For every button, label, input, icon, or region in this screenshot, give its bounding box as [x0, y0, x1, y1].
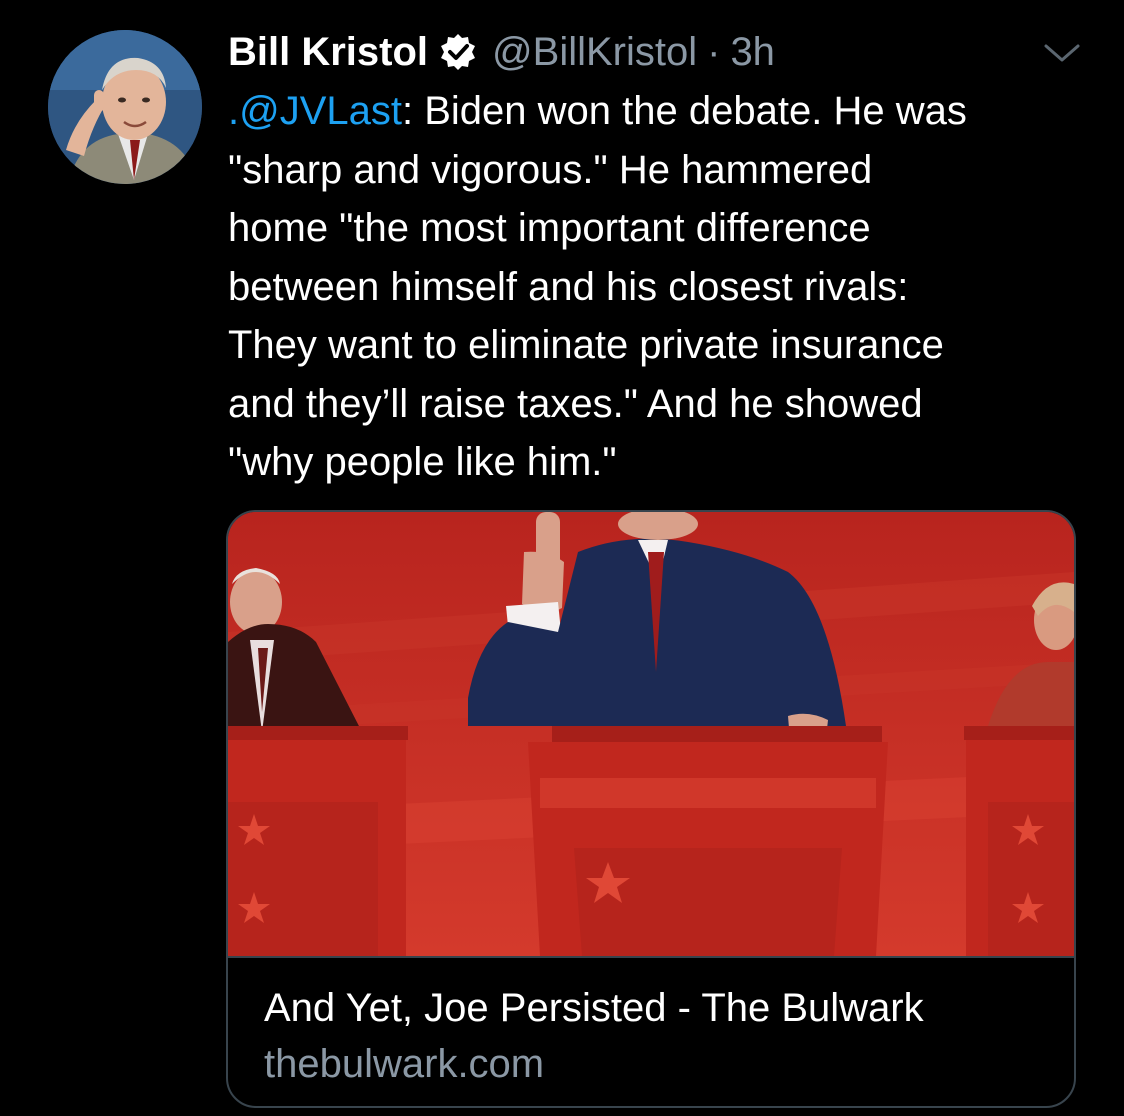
tweet-text-segment: : Biden won the debate. He was — [402, 89, 967, 133]
tweet[interactable]: Bill Kristol @BillKristol · 3h .@JVLast:… — [0, 0, 1124, 1116]
tweet-text-line-7: "why people like him." — [228, 440, 617, 484]
debate-photo-icon — [228, 512, 1074, 956]
author-name[interactable]: Bill Kristol — [228, 30, 428, 75]
separator-dot: · — [707, 29, 721, 74]
chevron-down-icon[interactable] — [1040, 38, 1084, 68]
tweet-text-line-4: between himself and his closest rivals: — [228, 264, 909, 309]
tweet-header: Bill Kristol @BillKristol · 3h — [228, 26, 775, 78]
tweet-text-line-1: .@JVLast: Biden won the debate. He was — [228, 82, 1088, 141]
tweet-timestamp[interactable]: 3h — [730, 30, 775, 75]
tweet-text-line-3: home "the most important difference — [228, 206, 871, 250]
card-divider — [228, 956, 1074, 958]
avatar[interactable] — [48, 30, 202, 184]
verified-badge-icon — [438, 32, 478, 72]
profile-photo-icon — [48, 30, 202, 184]
tweet-text-line-6: and they’ll raise taxes." And he showed — [228, 381, 923, 426]
card-title[interactable]: And Yet, Joe Persisted - The Bulwark — [264, 986, 924, 1031]
card-domain[interactable]: thebulwark.com — [264, 1042, 544, 1087]
tweet-text-line-2: "sharp and vigorous." He hammered — [228, 147, 873, 192]
author-handle[interactable]: @BillKristol — [492, 30, 697, 75]
card-image[interactable] — [228, 512, 1074, 956]
tweet-text-line-5: They want to eliminate private insurance — [228, 323, 944, 367]
tweet-text: .@JVLast: Biden won the debate. He was "… — [228, 82, 1088, 492]
link-card[interactable]: And Yet, Joe Persisted - The Bulwark the… — [226, 510, 1076, 1108]
mention-link[interactable]: .@JVLast — [228, 89, 402, 133]
